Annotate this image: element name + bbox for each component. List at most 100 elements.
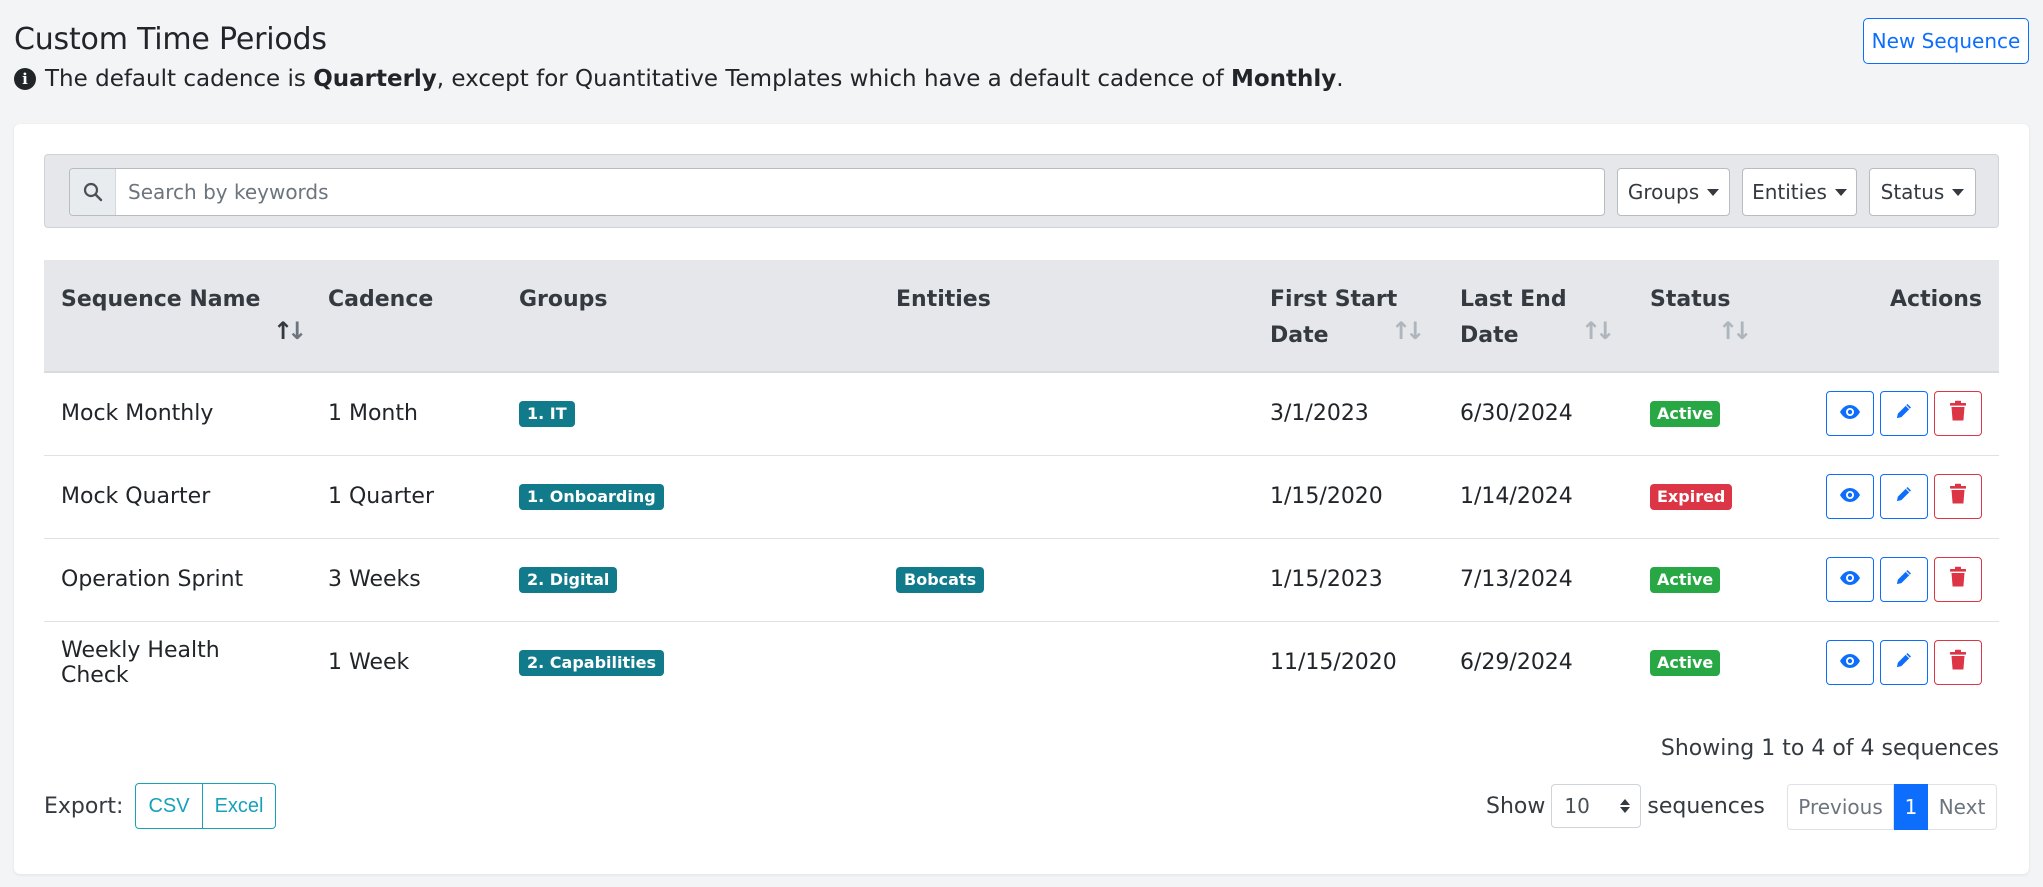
filter-bar: Groups Entities Status: [44, 154, 1999, 228]
page-title: Custom Time Periods: [14, 22, 327, 57]
status-dropdown[interactable]: Status: [1869, 168, 1976, 216]
showing-info: Showing 1 to 4 of 4 sequences: [1660, 736, 1999, 761]
column-label: Last End: [1460, 287, 1567, 312]
cell-last-end-date: 1/14/2024: [1443, 455, 1633, 539]
cell-status: Active: [1633, 538, 1800, 622]
export-label: Export:: [44, 793, 124, 819]
info-text-middle: , except for Quantitative Templates whic…: [436, 66, 1231, 92]
eye-icon: [1839, 567, 1861, 592]
column-label: Groups: [519, 287, 608, 312]
column-sequence-name[interactable]: Sequence Name ↑↓: [44, 260, 311, 373]
delete-button[interactable]: [1934, 557, 1982, 602]
group-badge: 2. Digital: [519, 567, 618, 593]
status-badge: Expired: [1650, 484, 1733, 510]
info-default-cadence: Quarterly: [313, 66, 437, 92]
cell-sequence-name: Mock Quarter: [44, 455, 311, 539]
cell-groups: 1. Onboarding: [502, 455, 879, 539]
page-1-button[interactable]: 1: [1894, 784, 1928, 830]
search-group: [69, 168, 1605, 216]
trash-icon: [1949, 483, 1967, 511]
cell-cadence: 1 Week: [328, 650, 410, 676]
pencil-icon: [1894, 567, 1914, 593]
row-actions: [1817, 557, 1982, 602]
row-actions: [1817, 474, 1982, 519]
edit-button[interactable]: [1880, 474, 1928, 519]
cell-groups: 2. Capabilities: [502, 621, 879, 704]
column-label: Actions: [1890, 287, 1982, 312]
eye-icon: [1839, 484, 1861, 509]
column-last-end-date[interactable]: Last End Date ↑↓: [1443, 260, 1633, 373]
table-row: Mock Quarter 1 Quarter 1. Onboarding 1/15/2…: [44, 455, 1999, 539]
column-label: Entities: [896, 287, 991, 312]
show-label: Show: [1486, 793, 1546, 819]
info-text-suffix: .: [1336, 66, 1344, 92]
entities-dropdown[interactable]: Entities: [1742, 168, 1857, 216]
cell-entities: [879, 455, 1253, 539]
select-arrows-icon: [1620, 799, 1631, 813]
delete-button[interactable]: [1934, 474, 1982, 519]
column-cadence: Cadence: [311, 260, 502, 373]
info-icon: i: [14, 68, 36, 90]
groups-dropdown[interactable]: Groups: [1617, 168, 1730, 216]
column-first-start-date[interactable]: First Start Date ↑↓: [1253, 260, 1443, 373]
group-badge: 2. Capabilities: [519, 650, 664, 677]
cell-status: Active: [1633, 621, 1800, 704]
column-entities: Entities: [879, 260, 1253, 373]
info-template-cadence: Monthly: [1230, 66, 1337, 92]
pencil-icon: [1894, 401, 1914, 427]
previous-page-button[interactable]: Previous: [1787, 784, 1894, 830]
page-length-value: 10: [1564, 794, 1590, 818]
column-actions: Actions: [1800, 260, 1999, 373]
column-label: Status: [1650, 287, 1731, 312]
search-input[interactable]: [116, 169, 1604, 215]
cell-entities: Bobcats: [879, 538, 1253, 622]
status-badge: Active: [1650, 567, 1721, 593]
eye-icon: [1839, 401, 1861, 426]
delete-button[interactable]: [1934, 391, 1982, 437]
edit-button[interactable]: [1880, 557, 1928, 602]
new-sequence-button[interactable]: New Sequence: [1863, 18, 2029, 64]
trash-icon: [1949, 566, 1967, 594]
page-length-control: Show 10 sequences: [1486, 784, 1765, 828]
chevron-down-icon: [1707, 188, 1720, 196]
cell-actions: [1800, 455, 1999, 539]
view-button[interactable]: [1826, 640, 1874, 686]
cell-first-start-date: 11/15/2020: [1270, 650, 1397, 676]
cell-status: Expired: [1633, 455, 1800, 539]
view-button[interactable]: [1826, 474, 1874, 519]
next-page-button[interactable]: Next: [1928, 784, 1997, 830]
delete-button[interactable]: [1934, 640, 1982, 686]
cell-cadence: 1 Month: [311, 372, 502, 456]
column-label: Date: [1270, 323, 1329, 348]
cell-first-start-date: 1/15/2020: [1253, 455, 1443, 539]
edit-button[interactable]: [1880, 391, 1928, 437]
sequences-table: Sequence Name ↑↓ Cadence Groups Entities…: [44, 260, 1999, 704]
status-dropdown-label: Status: [1880, 180, 1945, 204]
cell-sequence-name: Weekly Health Check: [61, 637, 220, 688]
info-text-prefix: The default cadence is: [45, 66, 314, 92]
column-label: Cadence: [328, 287, 434, 312]
cell-status: Active: [1633, 372, 1800, 456]
column-groups: Groups: [502, 260, 879, 373]
search-icon: [70, 169, 116, 215]
page-length-select[interactable]: 10: [1551, 784, 1642, 828]
table-row: Weekly Health Check 1 Week 2. Capabilities…: [44, 621, 1999, 704]
export-excel-button[interactable]: Excel: [202, 783, 277, 829]
export-group: Export: CSV Excel: [44, 783, 277, 829]
sort-icon: ↑↓: [1391, 317, 1425, 345]
export-csv-button[interactable]: CSV: [135, 783, 203, 829]
table-header-row: Sequence Name ↑↓ Cadence Groups Entities…: [44, 260, 1999, 373]
sequences-label: sequences: [1647, 793, 1765, 819]
view-button[interactable]: [1826, 391, 1874, 437]
column-label: Date: [1460, 323, 1519, 348]
column-status[interactable]: Status ↑↓: [1633, 260, 1800, 373]
entity-badge: Bobcats: [896, 567, 985, 593]
groups-dropdown-label: Groups: [1627, 180, 1700, 204]
edit-button[interactable]: [1880, 640, 1928, 686]
group-badge: 1. IT: [519, 401, 575, 428]
cell-first-start-date: 3/1/2023: [1253, 372, 1443, 456]
status-badge: Active: [1650, 401, 1721, 428]
view-button[interactable]: [1826, 557, 1874, 602]
cell-groups: 2. Digital: [502, 538, 879, 622]
cell-actions: [1800, 372, 1999, 456]
